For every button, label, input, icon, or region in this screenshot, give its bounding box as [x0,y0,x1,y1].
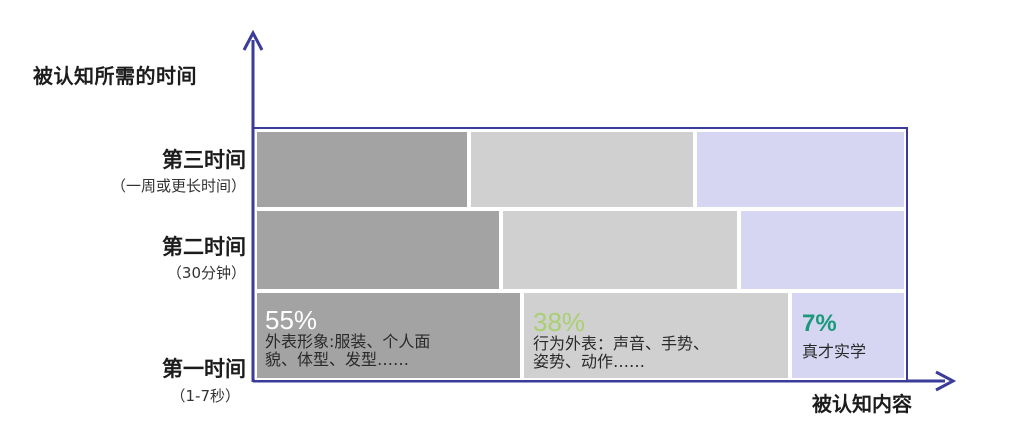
y-axis-label: 被认知所需的时间 [33,64,197,88]
desc-appearance-line1: 外表形象:服装、个人面 [265,332,431,351]
cell-third-talent [695,130,906,209]
cell-second-behavior [501,209,739,291]
cell-second-appearance [255,209,501,291]
percent-talent: 7% [802,310,837,337]
cell-first-behavior: 38% 行为外表：声音、手势、 姿势、动作…… [522,291,790,380]
row-sub-first: （1-7秒） [170,387,241,405]
row-sub-third: （一周或更长时间） [110,177,246,195]
cell-third-behavior [469,130,695,209]
desc-appearance-line2: 貌、体型、发型…… [265,350,410,369]
desc-talent: 真才实学 [802,342,867,361]
row-sub-second: （30分钟） [166,264,246,282]
cell-first-appearance: 55% 外表形象:服装、个人面 貌、体型、发型…… [255,291,522,380]
row-label-second: 第二时间 [162,235,246,259]
percent-appearance: 55% [265,305,318,335]
cell-second-talent [739,209,906,291]
desc-behavior-line1: 行为外表：声音、手势、 [533,334,710,353]
desc-behavior-line2: 姿势、动作…… [533,352,646,371]
percent-behavior: 38% [533,307,586,337]
cell-first-talent: 7% 真才实学 [790,291,906,380]
row-label-third: 第三时间 [162,148,246,172]
x-axis-label: 被认知内容 [812,392,912,416]
cell-third-appearance [255,130,469,209]
row-label-first: 第一时间 [162,357,246,381]
